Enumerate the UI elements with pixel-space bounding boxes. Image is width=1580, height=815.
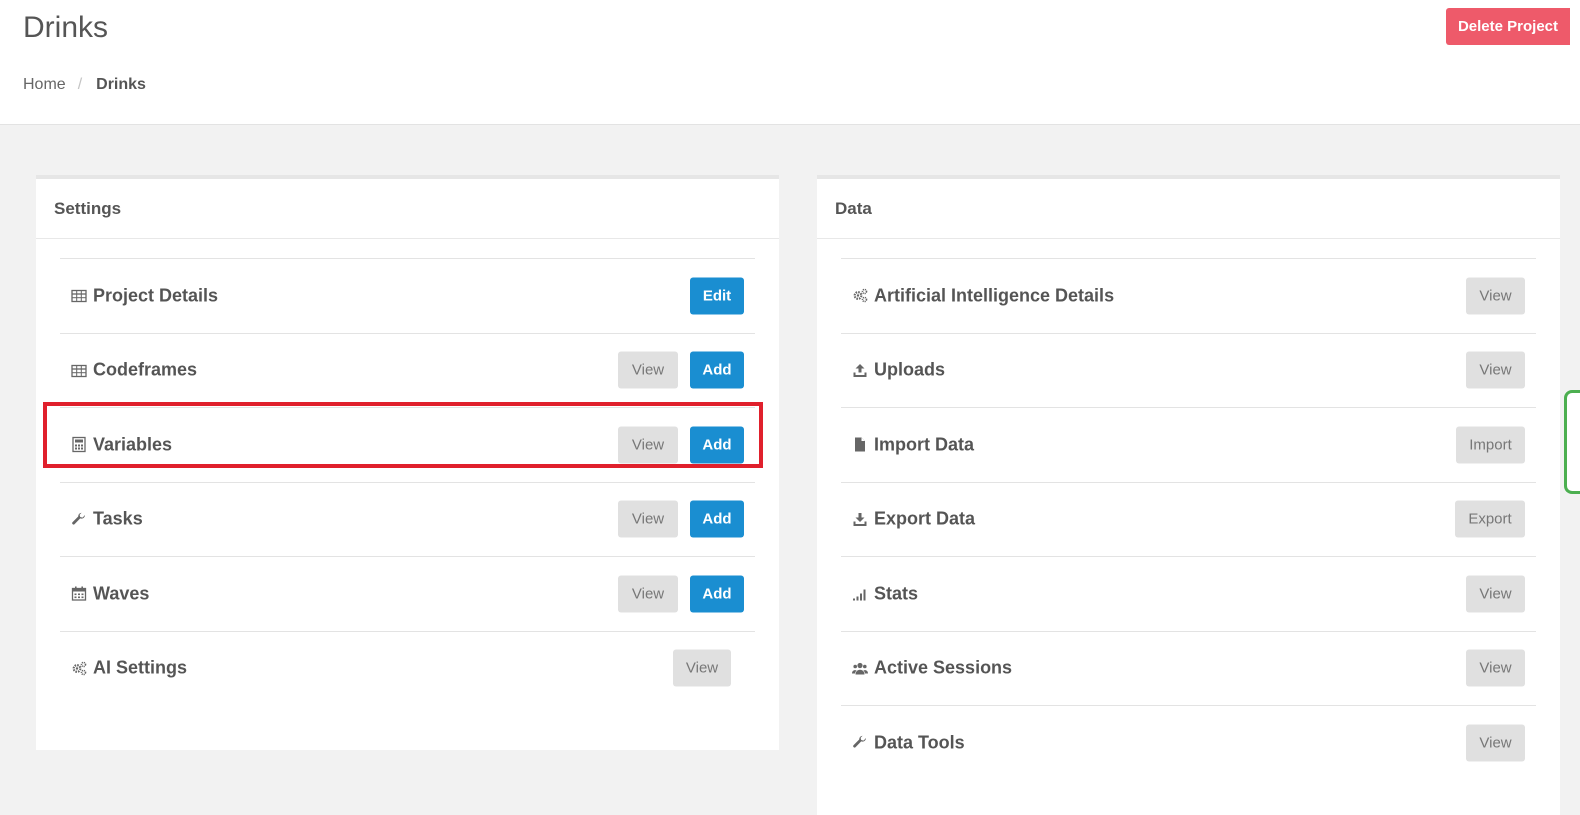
- breadcrumb: Home / Drinks: [23, 76, 146, 94]
- view-active-sessions-button[interactable]: View: [1466, 649, 1525, 687]
- row-label: Project Details: [93, 285, 219, 306]
- data-row-ai-details: Artificial Intelligence Details View: [841, 258, 1536, 333]
- users-icon: [851, 659, 869, 677]
- data-row-uploads: Uploads View: [841, 332, 1536, 408]
- settings-panel: Settings Project Details Edit Codeframes…: [36, 175, 779, 750]
- breadcrumb-separator: /: [77, 76, 83, 93]
- row-label: Stats: [874, 583, 919, 604]
- view-waves-button[interactable]: View: [618, 575, 678, 613]
- view-variables-button[interactable]: View: [618, 426, 678, 464]
- row-label: Artificial Intelligence Details: [874, 285, 1115, 306]
- data-row-import-data: Import Data Import: [841, 407, 1536, 482]
- data-row-stats: Stats View: [841, 556, 1536, 631]
- settings-list: Project Details Edit Codeframes View Add…: [60, 258, 755, 705]
- view-ai-details-button[interactable]: View: [1466, 277, 1525, 315]
- settings-row-ai-settings: AI Settings View: [60, 630, 755, 706]
- export-data-button[interactable]: Export: [1455, 500, 1525, 538]
- settings-panel-title: Settings: [36, 179, 779, 239]
- side-feedback-tab[interactable]: [1564, 390, 1580, 494]
- settings-row-project-details: Project Details Edit: [60, 258, 755, 333]
- data-list: Artificial Intelligence Details View Upl…: [841, 258, 1536, 780]
- delete-project-button[interactable]: Delete Project: [1446, 8, 1570, 45]
- view-ai-settings-button[interactable]: View: [673, 649, 731, 687]
- upload-icon: [851, 361, 869, 379]
- view-data-tools-button[interactable]: View: [1466, 724, 1525, 762]
- download-icon: [851, 510, 869, 528]
- wrench-icon: [851, 734, 869, 752]
- page-header: Drinks Delete Project Home / Drinks: [0, 0, 1580, 125]
- data-row-export-data: Export Data Export: [841, 481, 1536, 557]
- data-row-data-tools: Data Tools View: [841, 705, 1536, 780]
- row-label: Active Sessions: [874, 657, 1013, 678]
- breadcrumb-home-link[interactable]: Home: [23, 76, 66, 94]
- calculator-icon: [70, 436, 88, 454]
- row-label: Variables: [93, 434, 173, 455]
- settings-row-codeframes: Codeframes View Add: [60, 332, 755, 408]
- row-label: Codeframes: [93, 359, 198, 380]
- view-tasks-button[interactable]: View: [618, 500, 678, 538]
- page-title: Drinks: [23, 11, 109, 44]
- signal-icon: [851, 585, 869, 603]
- settings-row-variables: Variables View Add: [60, 407, 755, 482]
- row-label: AI Settings: [93, 657, 188, 678]
- breadcrumb-current: Drinks: [96, 76, 146, 93]
- add-task-button[interactable]: Add: [690, 500, 744, 538]
- settings-row-tasks: Tasks View Add: [60, 481, 755, 557]
- add-codeframe-button[interactable]: Add: [690, 351, 744, 389]
- row-label: Export Data: [874, 508, 976, 529]
- data-panel-title: Data: [817, 179, 1560, 239]
- row-label: Tasks: [93, 508, 143, 529]
- calendar-icon: [70, 585, 88, 603]
- add-wave-button[interactable]: Add: [690, 575, 744, 613]
- table-icon: [70, 361, 88, 379]
- edit-project-details-button[interactable]: Edit: [690, 277, 744, 315]
- cogs-icon: [851, 287, 869, 305]
- view-codeframes-button[interactable]: View: [618, 351, 678, 389]
- cogs-icon: [70, 659, 88, 677]
- row-label: Import Data: [874, 434, 975, 455]
- row-label: Waves: [93, 583, 150, 604]
- data-panel: Data Artificial Intelligence Details Vie…: [817, 175, 1560, 815]
- import-data-button[interactable]: Import: [1456, 426, 1525, 464]
- file-icon: [851, 436, 869, 454]
- view-stats-button[interactable]: View: [1466, 575, 1525, 613]
- view-uploads-button[interactable]: View: [1466, 351, 1525, 389]
- data-row-active-sessions: Active Sessions View: [841, 630, 1536, 706]
- table-icon: [70, 287, 88, 305]
- add-variable-button[interactable]: Add: [690, 426, 744, 464]
- wrench-icon: [70, 510, 88, 528]
- settings-row-waves: Waves View Add: [60, 556, 755, 631]
- row-label: Data Tools: [874, 732, 965, 753]
- row-label: Uploads: [874, 359, 946, 380]
